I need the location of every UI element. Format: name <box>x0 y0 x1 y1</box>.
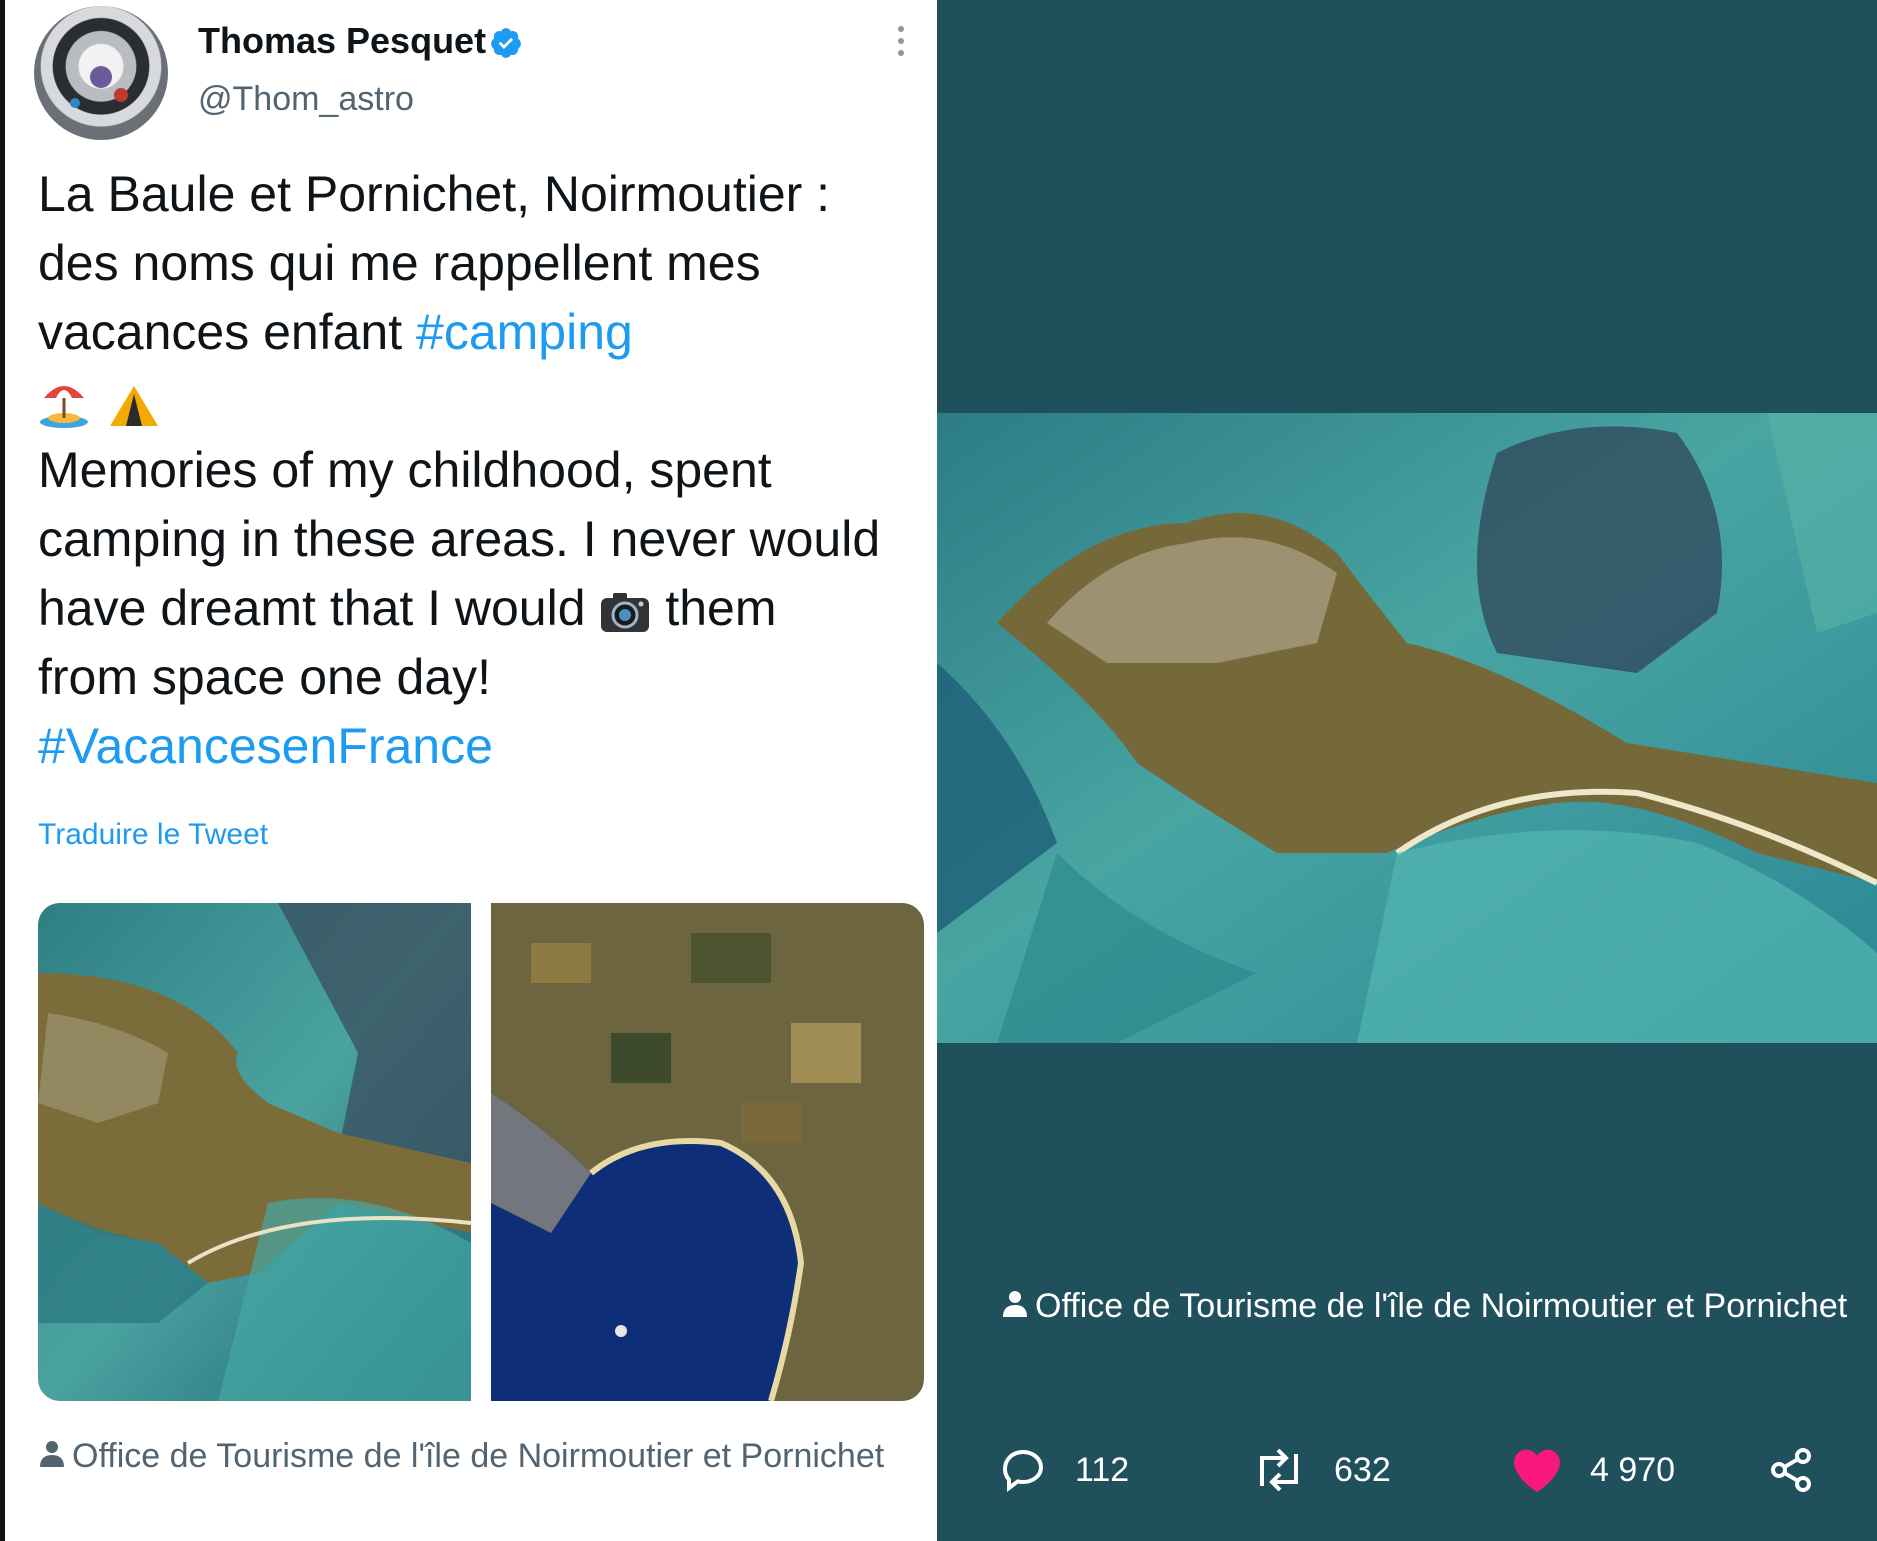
tweet-text-line: vacances enfant #camping <box>38 304 633 360</box>
share-icon <box>1771 1448 1811 1492</box>
tweet-text-line: camping in these areas. I never would <box>38 511 881 567</box>
translate-tweet-link[interactable]: Traduire le Tweet <box>38 818 268 852</box>
reply-count: 112 <box>1075 1450 1130 1489</box>
tweet-text-line: from space one day! <box>38 649 492 705</box>
hashtag-vacances[interactable]: #VacancesenFrance <box>38 712 937 781</box>
tweet-panel: Thomas Pesquet @Thom_astro La Baule et P… <box>0 0 937 1541</box>
tweet-photo-noirmoutier[interactable] <box>38 903 471 1401</box>
tweet-text-line: La Baule et Pornichet, Noirmoutier : <box>38 166 831 222</box>
person-icon <box>1003 1291 1027 1317</box>
author-name[interactable]: Thomas Pesquet <box>198 20 486 62</box>
author-handle[interactable]: @Thom_astro <box>198 80 414 119</box>
retweet-button[interactable]: 632 <box>1252 1440 1391 1500</box>
share-button[interactable] <box>1767 1440 1843 1500</box>
tweet-text-line: des noms qui me rappellent mes <box>38 235 761 291</box>
emoji-line <box>38 367 937 436</box>
tweet-text: La Baule et Pornichet, Noirmoutier : des… <box>38 160 937 781</box>
retweet-icon <box>1260 1448 1298 1492</box>
reply-button[interactable]: 112 <box>999 1440 1129 1500</box>
reply-icon <box>1002 1449 1044 1492</box>
like-button[interactable]: 4 970 <box>1512 1440 1675 1500</box>
more-options-icon[interactable] <box>895 26 907 62</box>
tweet-text-line: Memories of my childhood, spent <box>38 442 772 498</box>
heart-icon <box>1514 1449 1560 1493</box>
verified-badge-icon <box>491 28 521 58</box>
tweet-text-line: have dreamt that I would them <box>38 580 777 636</box>
viewer-photo-noirmoutier[interactable] <box>937 413 1877 1043</box>
tweet-photo-la-baule[interactable] <box>491 903 924 1401</box>
camera-icon <box>601 592 650 632</box>
photo-credit: Office de Tourisme de l'île de Noirmouti… <box>38 1432 918 1480</box>
action-bar: 112 632 4 970 <box>937 1440 1877 1500</box>
like-count: 4 970 <box>1590 1450 1676 1489</box>
person-icon <box>40 1441 64 1467</box>
avatar[interactable] <box>34 6 168 140</box>
tent-icon <box>109 385 158 426</box>
viewer-photo-credit: Office de Tourisme de l'île de Noirmouti… <box>1001 1282 1861 1330</box>
retweet-count: 632 <box>1334 1450 1391 1489</box>
beach-umbrella-island-icon <box>40 385 88 428</box>
photo-viewer: Office de Tourisme de l'île de Noirmouti… <box>937 0 1877 1541</box>
hashtag-camping[interactable]: #camping <box>416 304 633 360</box>
